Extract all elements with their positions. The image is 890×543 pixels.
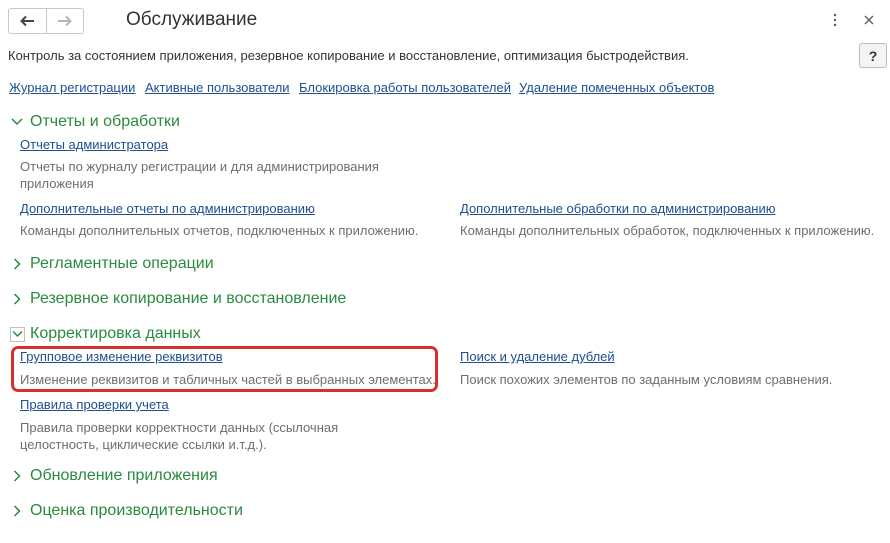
section-routine-header[interactable]: Регламентные операции [10, 255, 214, 273]
chevron-down-icon [10, 326, 25, 342]
bulk-edit-attributes-note: Изменение реквизитов и табличных частей … [20, 372, 436, 387]
admin-reports-note: Отчеты по журналу регистрации и для адми… [20, 159, 379, 191]
event-log-link[interactable]: Журнал регистрации [9, 80, 135, 95]
find-duplicates-note: Поиск похожих элементов по заданным усло… [460, 372, 833, 387]
close-button[interactable] [861, 11, 877, 29]
close-icon [864, 15, 874, 25]
active-users-link[interactable]: Активные пользователи [145, 80, 290, 95]
arrow-left-icon [20, 15, 35, 27]
chevron-right-icon [10, 504, 24, 518]
page-title: Обслуживание [126, 9, 258, 30]
page-description: Контроль за состоянием приложения, резер… [8, 48, 689, 63]
forward-button[interactable] [45, 9, 84, 33]
back-button[interactable] [9, 9, 46, 33]
chevron-down-icon [10, 115, 24, 129]
bulk-edit-attributes-link[interactable]: Групповое изменение реквизитов [20, 349, 223, 364]
section-update-title: Обновление приложения [30, 467, 218, 484]
additional-admin-reports-note: Команды дополнительных отчетов, подключе… [20, 223, 419, 238]
section-backup-title: Резервное копирование и восстановление [30, 290, 347, 307]
additional-admin-processing-note: Команды дополнительных обработок, подклю… [460, 223, 875, 238]
additional-admin-processing-link[interactable]: Дополнительные обработки по администриро… [460, 201, 776, 216]
section-performance-header[interactable]: Оценка производительности [10, 502, 243, 520]
navigation-buttons [8, 8, 84, 34]
chevron-right-icon [10, 469, 24, 483]
find-duplicates-link[interactable]: Поиск и удаление дублей [460, 349, 615, 364]
section-correction-header[interactable]: Корректировка данных [10, 325, 201, 343]
additional-admin-reports-link[interactable]: Дополнительные отчеты по администрирован… [20, 201, 315, 216]
more-menu-button[interactable] [829, 11, 841, 29]
help-button[interactable]: ? [859, 43, 887, 68]
section-reports-header[interactable]: Отчеты и обработки [10, 113, 180, 131]
more-vertical-icon [833, 13, 837, 27]
delete-marked-objects-link[interactable]: Удаление помеченных объектов [519, 80, 714, 95]
section-routine-title: Регламентные операции [30, 255, 214, 272]
section-reports-title: Отчеты и обработки [30, 113, 180, 130]
section-backup-header[interactable]: Резервное копирование и восстановление [10, 290, 346, 308]
section-performance-title: Оценка производительности [30, 502, 243, 519]
section-update-header[interactable]: Обновление приложения [10, 467, 218, 485]
arrow-right-icon [57, 15, 72, 27]
accounting-check-rules-link[interactable]: Правила проверки учета [20, 397, 169, 412]
accounting-check-rules-note: Правила проверки корректности данных (сс… [20, 420, 339, 452]
section-correction-title: Корректировка данных [30, 325, 201, 342]
chevron-right-icon [10, 257, 24, 271]
admin-reports-link[interactable]: Отчеты администратора [20, 137, 168, 152]
user-lock-link[interactable]: Блокировка работы пользователей [299, 80, 511, 95]
chevron-right-icon [10, 292, 24, 306]
